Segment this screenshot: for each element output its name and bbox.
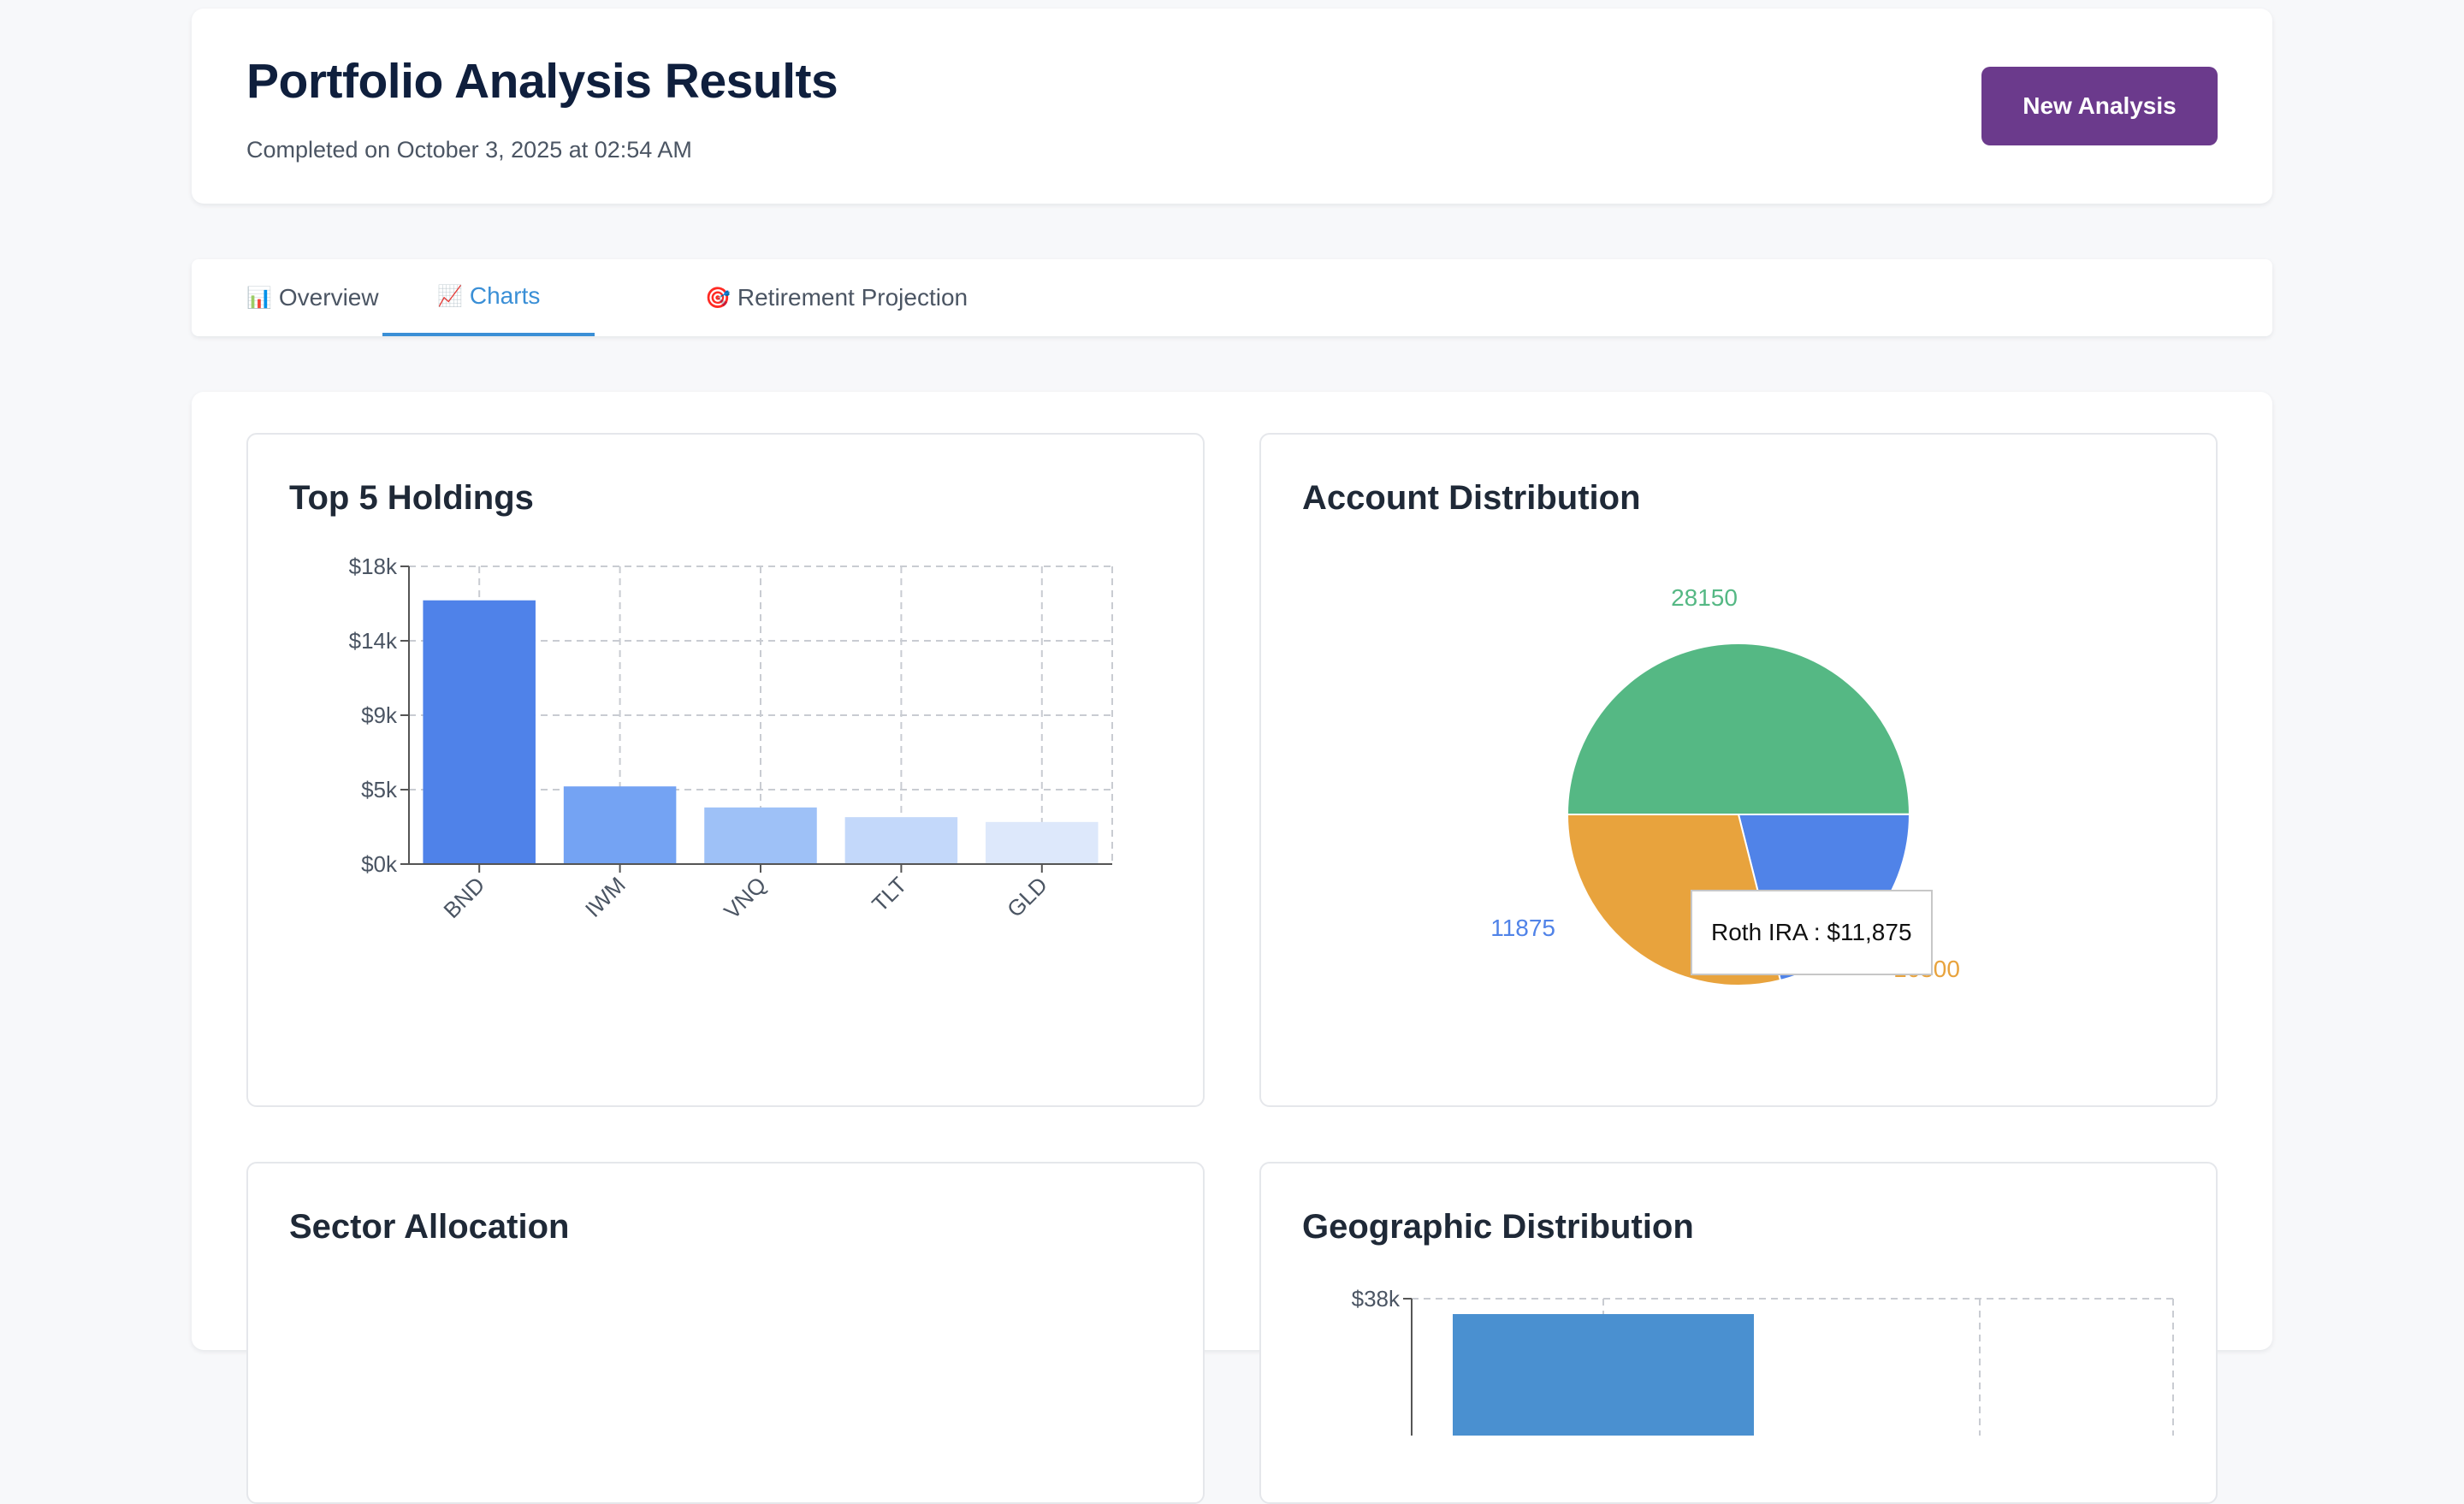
bar-bnd [423, 600, 536, 864]
x-tick-label: BND [438, 872, 489, 923]
account-distribution-chart: 281501187516300 [1490, 584, 1960, 986]
tab-bar: 📊 Overview 📈 Charts 🎯 Retirement Project… [192, 259, 2272, 336]
y-tick-label: $9k [361, 702, 398, 728]
bar-chart-icon: 📊 [246, 286, 272, 310]
pie-slice-label: 11875 [1490, 915, 1555, 941]
y-tick-label: $18k [349, 554, 398, 579]
geographic-distribution-title: Geographic Distribution [1302, 1208, 1694, 1246]
tab-overview-label: Overview [278, 284, 379, 311]
account-distribution-panel: Account Distribution 281501187516300 Rot… [1259, 433, 2218, 1107]
y-tick-label: $38k [1352, 1286, 1401, 1312]
bar-geo-0 [1453, 1314, 1754, 1436]
page-root: Portfolio Analysis Results Completed on … [0, 0, 2464, 1504]
x-tick-label: GLD [1002, 872, 1052, 922]
header-card: Portfolio Analysis Results Completed on … [192, 9, 2272, 204]
top-holdings-panel: Top 5 Holdings $0k $5k $9k $14k $18k BND IWM VN… [246, 433, 1205, 1107]
pie-slice-label: 28150 [1671, 584, 1738, 611]
tab-retirement-projection-label: Retirement Projection [737, 284, 968, 311]
account-distribution-title: Account Distribution [1302, 479, 1641, 517]
geographic-distribution-panel: Geographic Distribution $38k [1259, 1162, 2218, 1504]
page-title: Portfolio Analysis Results [246, 54, 838, 109]
sector-allocation-title: Sector Allocation [289, 1208, 570, 1246]
top-holdings-chart: $0k $5k $9k $14k $18k BND IWM VNQ TLT GLD [349, 554, 1113, 924]
bar-iwm [563, 786, 677, 864]
bar-tlt [844, 817, 958, 864]
line-chart-icon: 📈 [437, 284, 463, 308]
charts-content: Top 5 Holdings $0k $5k $9k $14k $18k BND IWM VN… [192, 392, 2272, 1504]
new-analysis-button[interactable]: New Analysis [1981, 67, 2218, 145]
y-tick-label: $14k [349, 628, 398, 654]
sector-allocation-panel: Sector Allocation [246, 1162, 1205, 1504]
completion-timestamp: Completed on October 3, 2025 at 02:54 AM [246, 137, 692, 163]
tab-overview[interactable]: 📊 Overview [246, 259, 379, 336]
tab-charts[interactable]: 📈 Charts [382, 259, 595, 336]
tab-charts-label: Charts [469, 282, 541, 309]
target-icon: 🎯 [705, 286, 731, 310]
x-tick-label: VNQ [719, 872, 771, 924]
tab-retirement-projection[interactable]: 🎯 Retirement Projection [705, 259, 968, 336]
geographic-distribution-chart: $38k [1352, 1286, 2174, 1436]
bar-gld [986, 821, 1099, 864]
y-tick-label: $0k [361, 851, 398, 877]
top-holdings-title: Top 5 Holdings [289, 479, 534, 517]
y-tick-label: $5k [361, 777, 398, 802]
x-tick-label: TLT [867, 872, 912, 917]
chart-tooltip: Roth IRA : $11,875 [1691, 890, 1933, 975]
bar-vnq [704, 807, 817, 864]
pie-slice-28150 [1566, 642, 1911, 815]
x-tick-label: IWM [580, 872, 631, 922]
